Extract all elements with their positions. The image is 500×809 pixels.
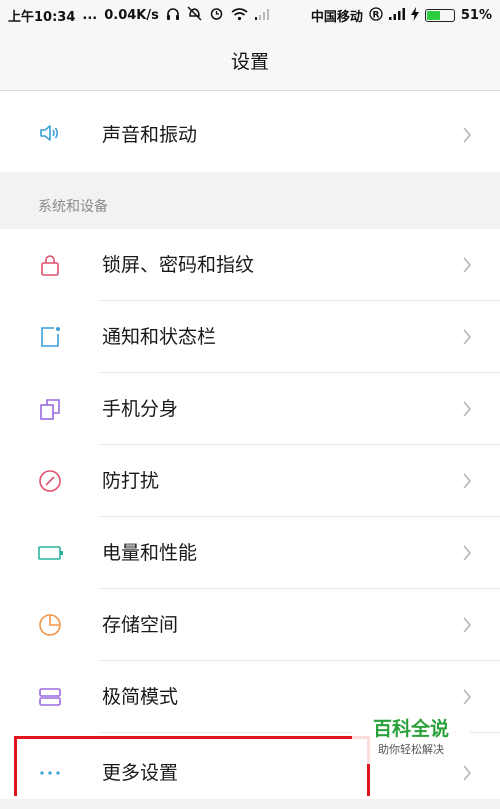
watermark-title: 百科全说: [372, 718, 449, 740]
settings-item-second-space[interactable]: 手机分身: [0, 373, 500, 445]
chevron-right-icon: [462, 257, 472, 273]
status-dots: ...: [82, 8, 98, 23]
alarm-icon: [209, 6, 224, 25]
title-bar: 设置: [0, 30, 500, 91]
status-time: 上午10:34: [8, 10, 76, 25]
chevron-right-icon: [462, 127, 472, 143]
settings-item-lock-screen[interactable]: 锁屏、密码和指纹: [0, 229, 500, 301]
second-space-icon: [38, 397, 62, 421]
lock-icon: [38, 253, 62, 277]
wifi-icon: [231, 7, 248, 25]
signal-icon: [388, 7, 405, 24]
settings-item-do-not-disturb[interactable]: 防打扰: [0, 445, 500, 517]
svg-text:R: R: [372, 10, 379, 20]
mute-icon: [187, 6, 202, 25]
status-carrier: 中国移动: [310, 10, 363, 25]
highlight-box: [14, 736, 370, 796]
signal-weak-icon: [254, 8, 269, 24]
charging-icon: [410, 6, 419, 25]
settings-item-label: 电量和性能: [102, 542, 198, 564]
battery-icon: [38, 541, 63, 565]
chevron-right-icon: [462, 473, 472, 489]
page-title: 设置: [230, 50, 269, 73]
settings-item-notifications[interactable]: 通知和状态栏: [0, 301, 500, 373]
settings-item-label: 锁屏、密码和指纹: [102, 254, 255, 276]
chevron-right-icon: [462, 689, 472, 705]
chevron-right-icon: [462, 617, 472, 633]
settings-item-label: 存储空间: [102, 614, 179, 636]
watermark-subtitle: 助你轻松解决: [378, 743, 444, 756]
settings-item-label: 通知和状态栏: [102, 326, 217, 348]
chevron-right-icon: [462, 401, 472, 417]
roaming-icon: R: [369, 6, 383, 25]
do-not-disturb-icon: [38, 469, 62, 493]
lite-mode-icon: [38, 685, 62, 709]
status-bar: 上午10:34 ... 0.04K/s 中国移动 R 51%: [0, 0, 500, 30]
headset-icon: [166, 7, 180, 25]
settings-card-top: 声音和振动: [0, 91, 500, 172]
settings-item-label: 防打扰: [102, 470, 160, 492]
status-battery-percent: 51%: [460, 8, 492, 23]
watermark-logo: 百科全说 助你轻松解决: [352, 716, 470, 764]
settings-card-system: 锁屏、密码和指纹 通知和状态栏 手机分身 防打扰 电量和性能 存储空间 极简模式…: [0, 229, 500, 799]
settings-item-label: 手机分身: [102, 398, 179, 420]
settings-item-label: 声音和振动: [102, 124, 198, 146]
settings-item-storage[interactable]: 存储空间: [0, 589, 500, 661]
battery-fill: [426, 11, 440, 20]
battery-indicator: [424, 9, 455, 22]
section-header: 系统和设备: [38, 199, 108, 215]
chevron-right-icon: [462, 545, 472, 561]
chevron-right-icon: [462, 765, 472, 781]
speaker-icon: [38, 121, 62, 145]
settings-item-label: 极简模式: [102, 686, 179, 708]
settings-item-sound[interactable]: 声音和振动: [0, 91, 500, 163]
chevron-right-icon: [462, 329, 472, 345]
settings-item-battery[interactable]: 电量和性能: [0, 517, 500, 589]
status-speed: 0.04K/s: [104, 8, 159, 23]
storage-icon: [38, 613, 62, 637]
notification-icon: [38, 325, 62, 349]
